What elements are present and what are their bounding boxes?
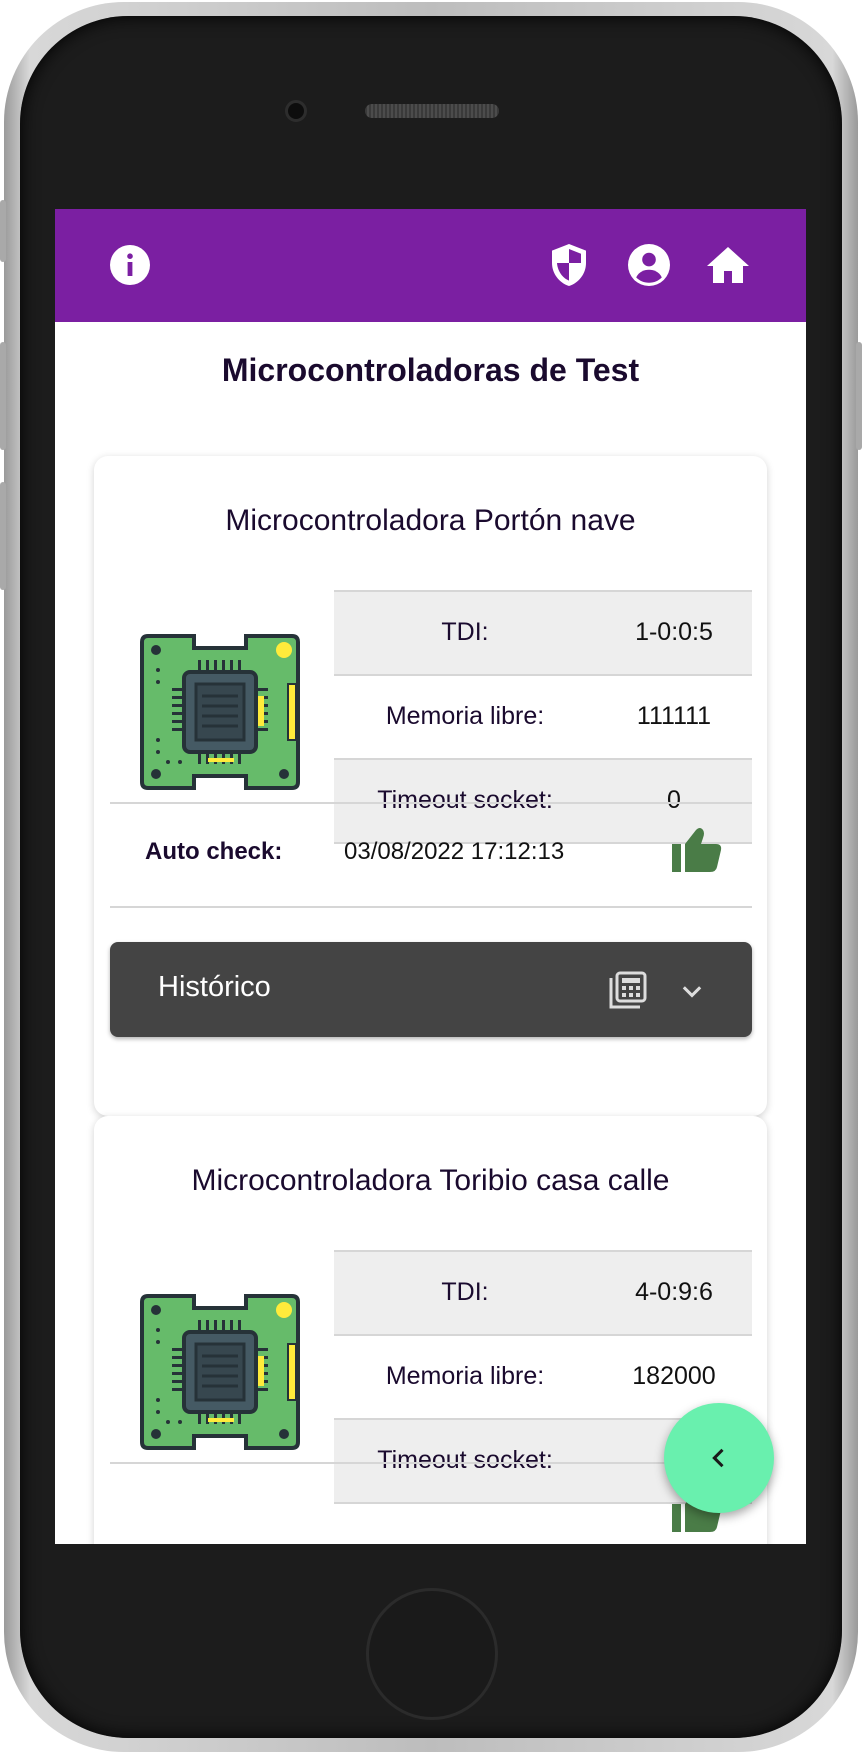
auto-check-label: Auto check: bbox=[145, 838, 283, 865]
divider bbox=[110, 1462, 752, 1464]
table-row: Memoria libre: 111111 bbox=[334, 674, 752, 758]
auto-check-date: 03/08/2022 17:12:13 bbox=[344, 838, 565, 865]
divider bbox=[110, 802, 752, 804]
calculator-list-icon bbox=[609, 971, 647, 1009]
tdi-value: 1-0:0:5 bbox=[635, 618, 713, 646]
phone-silent-switch bbox=[0, 200, 6, 262]
memory-value: 182000 bbox=[632, 1362, 716, 1390]
device-info-table: TDI: 1-0:0:5 Memoria libre: 111111 Timeo… bbox=[334, 590, 752, 844]
phone-volume-up bbox=[0, 342, 6, 450]
chevron-left-icon bbox=[712, 1448, 724, 1468]
memory-value: 111111 bbox=[636, 702, 712, 730]
tdi-label: TDI: bbox=[441, 1278, 489, 1306]
timeout-value: 0 bbox=[667, 786, 681, 814]
timeout-label: Timeout socket: bbox=[377, 1446, 553, 1474]
table-row: TDI: 1-0:0:5 bbox=[334, 590, 752, 674]
device-name: Microcontroladora Toribio casa calle bbox=[191, 1164, 670, 1197]
historico-expander[interactable]: Histórico bbox=[110, 942, 752, 1037]
shield-icon[interactable] bbox=[545, 241, 593, 289]
front-camera bbox=[285, 100, 307, 122]
divider bbox=[110, 906, 752, 908]
timeout-label: Timeout socket: bbox=[377, 786, 553, 814]
phone-volume-down bbox=[0, 482, 6, 590]
home-icon[interactable] bbox=[704, 241, 752, 289]
home-hardware-button[interactable] bbox=[366, 1588, 498, 1720]
table-row: Memoria libre: 182000 bbox=[334, 1334, 752, 1418]
tdi-label: TDI: bbox=[441, 618, 489, 646]
account-circle-icon[interactable] bbox=[625, 241, 673, 289]
info-icon[interactable] bbox=[106, 241, 154, 289]
device-card: Microcontroladora Toribio casa calle TDI… bbox=[94, 1116, 767, 1544]
table-row: TDI: 4-0:9:6 bbox=[334, 1250, 752, 1334]
page-title: Microcontroladoras de Test bbox=[221, 352, 640, 388]
chevron-down-icon[interactable] bbox=[678, 978, 706, 1006]
app-screen: Microcontroladoras de Test Microcontrola… bbox=[55, 209, 806, 1544]
device-card: Microcontroladora Portón nave TDI: 1-0:0… bbox=[94, 456, 767, 1116]
app-bar bbox=[55, 209, 806, 322]
microcontroller-icon bbox=[140, 634, 300, 790]
back-fab-button[interactable] bbox=[664, 1403, 774, 1513]
device-name: Microcontroladora Portón nave bbox=[225, 504, 636, 537]
historico-label: Histórico bbox=[158, 971, 271, 1003]
memory-label: Memoria libre: bbox=[385, 702, 545, 730]
tdi-value: 4-0:9:6 bbox=[635, 1278, 713, 1306]
phone-power-button bbox=[856, 342, 862, 450]
memory-label: Memoria libre: bbox=[385, 1362, 545, 1390]
earpiece-speaker bbox=[365, 104, 499, 118]
thumb-up-icon bbox=[672, 828, 722, 872]
microcontroller-icon bbox=[140, 1294, 300, 1450]
